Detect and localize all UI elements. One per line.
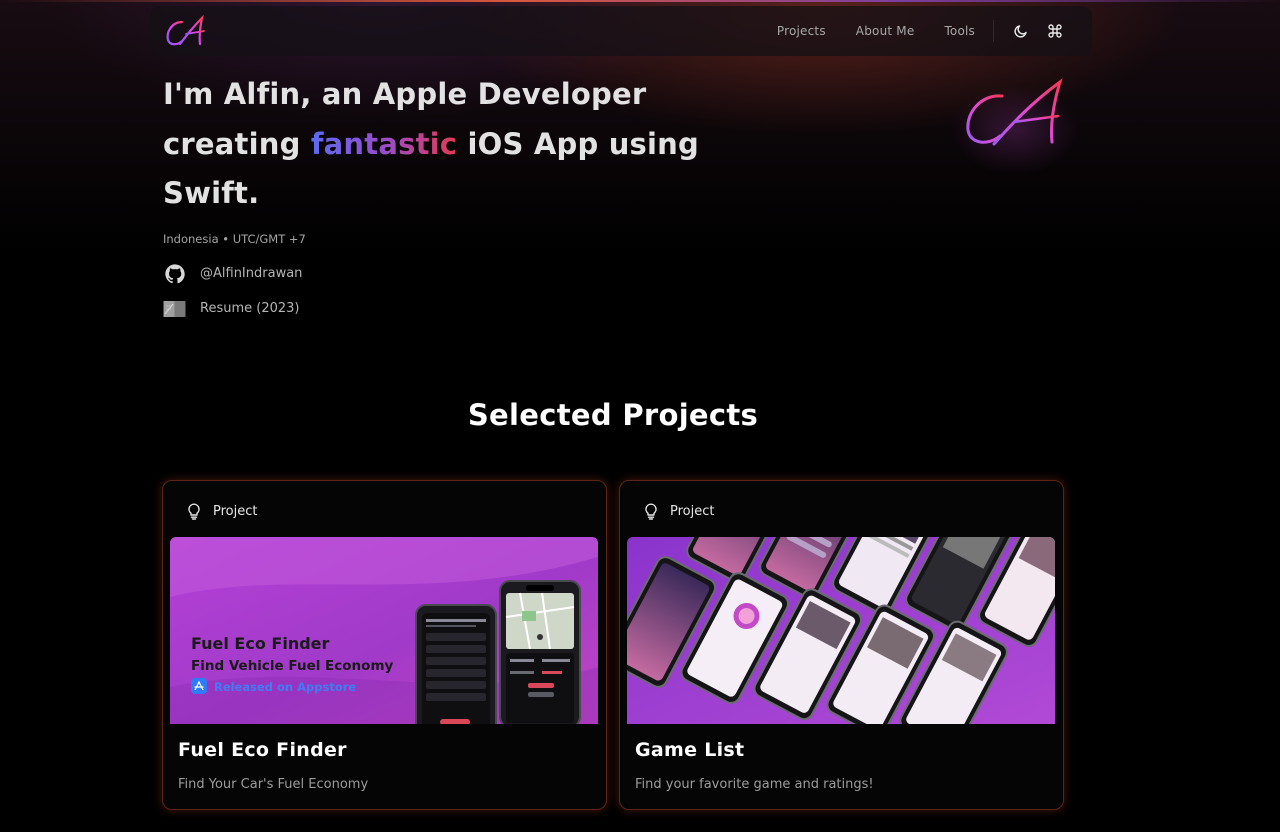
hero-title: I'm Alfin, an Apple Developer creating f… xyxy=(163,70,723,219)
hero-logo xyxy=(930,60,1100,190)
promo-subheadline: Find Vehicle Fuel Economy xyxy=(191,658,394,674)
github-handle: @AlfinIndrawan xyxy=(200,266,303,281)
card-tag: Project xyxy=(187,503,257,520)
promo-headline: Fuel Eco Finder xyxy=(191,634,330,653)
project-image-fuel-eco-finder: Fuel Eco Finder Find Vehicle Fuel Econom… xyxy=(170,537,598,724)
lightbulb-icon xyxy=(187,503,201,520)
nav-link-tools[interactable]: Tools xyxy=(944,24,975,38)
nav-link-about-me[interactable]: About Me xyxy=(856,24,915,38)
hero: I'm Alfin, an Apple Developer creating f… xyxy=(163,70,723,219)
card-description: Find your favorite game and ratings! xyxy=(635,777,874,792)
nav-link-projects[interactable]: Projects xyxy=(777,24,826,38)
card-title: Fuel Eco Finder xyxy=(178,739,347,761)
app-store-icon xyxy=(191,678,207,694)
card-title: Game List xyxy=(635,739,745,761)
github-icon xyxy=(163,262,186,285)
location-text: Indonesia • UTC/GMT +7 xyxy=(163,232,306,246)
project-card-fuel-eco-finder[interactable]: Project Fuel Eco Finder Find Vehicle Fue… xyxy=(162,480,607,810)
logo[interactable] xyxy=(162,14,210,50)
navbar: Projects About Me Tools xyxy=(150,6,1092,56)
nav-divider xyxy=(993,20,994,42)
moon-icon[interactable] xyxy=(1012,22,1030,40)
resume-label: Resume (2023) xyxy=(200,301,300,316)
github-link[interactable]: @AlfinIndrawan xyxy=(163,262,302,285)
resume-icon xyxy=(163,297,186,320)
resume-link[interactable]: Resume (2023) xyxy=(163,297,299,320)
nav-links: Projects About Me Tools xyxy=(747,6,1064,56)
card-description: Find Your Car's Fuel Economy xyxy=(178,777,369,792)
promo-badge: Released on Appstore xyxy=(214,680,356,694)
lightbulb-icon xyxy=(644,503,658,520)
section-title: Selected Projects xyxy=(467,398,759,432)
command-icon[interactable] xyxy=(1046,22,1064,40)
card-tag: Project xyxy=(644,503,714,520)
card-tag-label: Project xyxy=(213,504,258,519)
hero-title-accent: fantastic xyxy=(310,126,458,161)
card-tag-label: Project xyxy=(670,504,715,519)
project-card-game-list[interactable]: Project Game List Find your favorite gam… xyxy=(619,480,1064,810)
top-accent-line xyxy=(0,0,1280,2)
project-image-game-list xyxy=(627,537,1055,724)
